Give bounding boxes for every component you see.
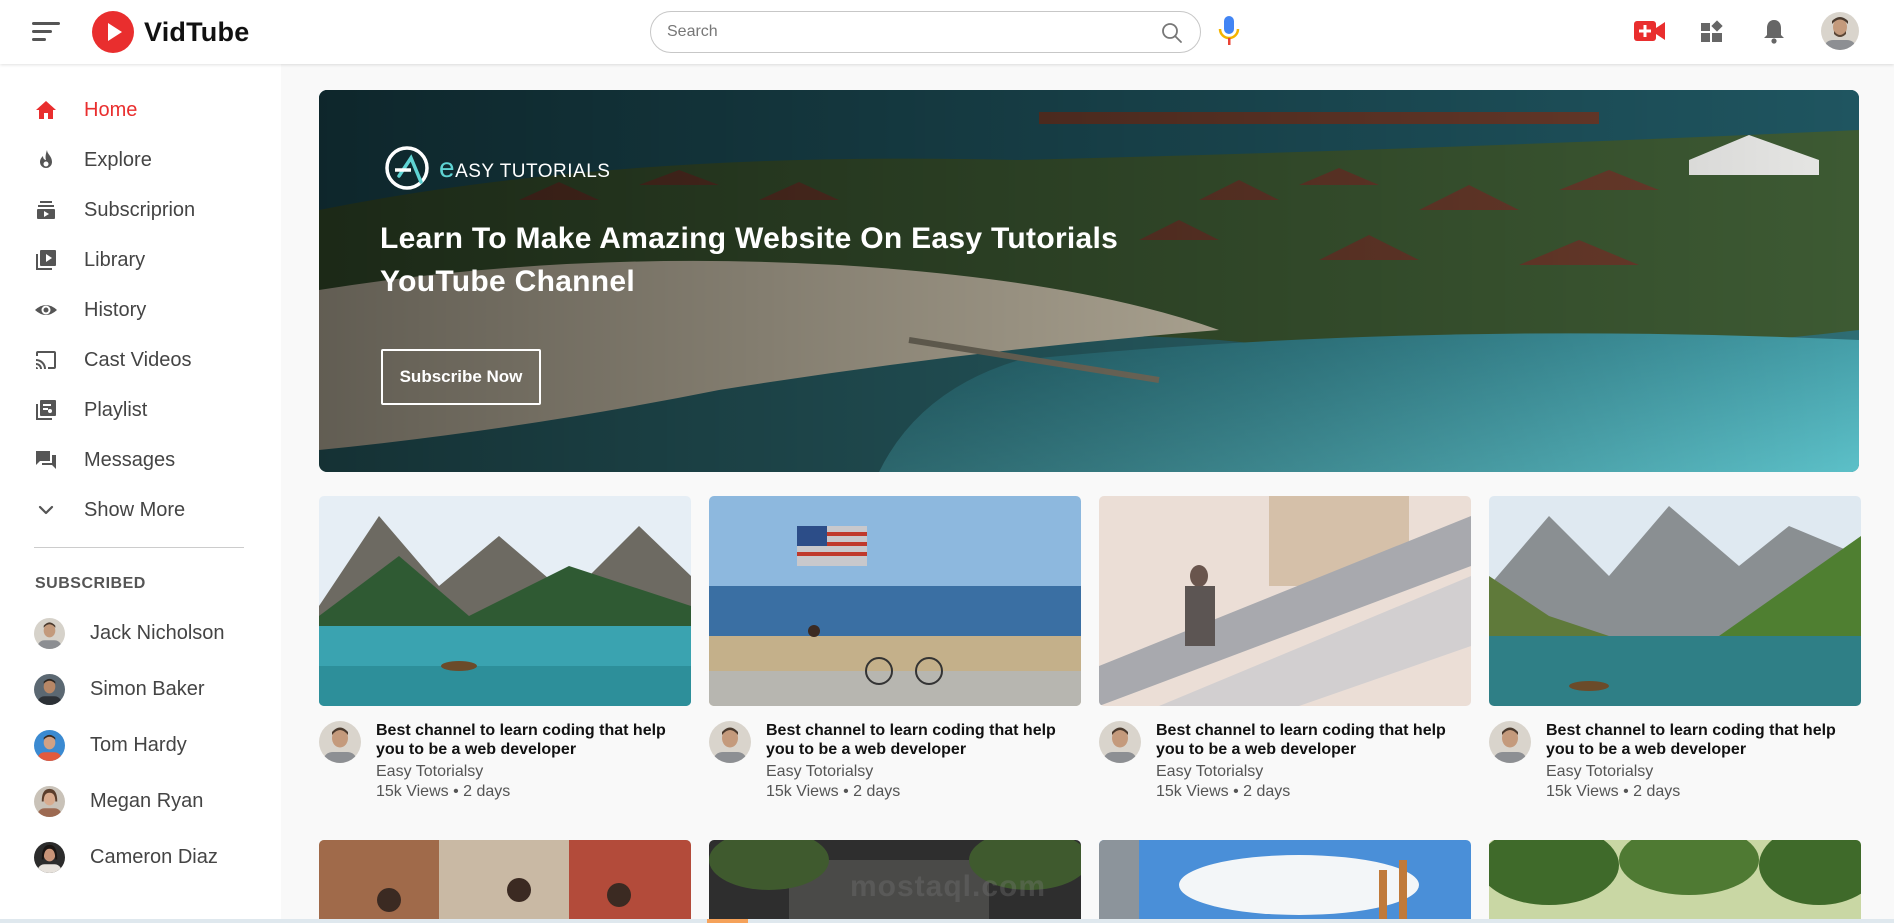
notification-bell-icon[interactable]	[1762, 18, 1786, 44]
subscribed-channel-tom-hardy[interactable]: Tom Hardy	[34, 727, 264, 763]
video-thumbnail[interactable]	[709, 840, 1081, 923]
video-thumbnail[interactable]	[1489, 496, 1861, 706]
horizontal-scrollbar[interactable]	[0, 919, 1894, 923]
sidebar-item-show-more[interactable]: Show More	[34, 492, 264, 528]
subscriptions-icon	[37, 201, 55, 219]
video-thumbnail[interactable]	[1489, 840, 1861, 923]
channel-avatar[interactable]	[319, 721, 361, 763]
video-channel-name[interactable]: Easy Totorialsy	[766, 763, 873, 781]
chevron-down-icon	[38, 505, 54, 515]
scrollbar-thumb[interactable]	[707, 919, 748, 923]
avatar	[34, 841, 65, 873]
video-thumbnail[interactable]	[319, 496, 691, 706]
video-thumbnail[interactable]	[319, 840, 691, 923]
app-logo[interactable]: VidTube	[92, 11, 249, 53]
video-views-date: 15k Views • 2 days	[766, 783, 901, 800]
explore-flame-icon	[40, 150, 52, 168]
sidebar-item-label: History	[84, 298, 147, 321]
upload-video-icon[interactable]	[1634, 19, 1666, 43]
history-eye-icon	[35, 305, 57, 315]
library-icon	[36, 250, 56, 270]
sidebar-item-label: Home	[84, 98, 138, 121]
video-title[interactable]: Best channel to learn coding that help y…	[1156, 721, 1466, 759]
search-icon[interactable]	[1160, 21, 1184, 45]
avatar	[34, 729, 65, 761]
profile-avatar[interactable]	[1821, 12, 1859, 50]
subscribe-now-button[interactable]: Subscribe Now	[381, 349, 541, 405]
hero-banner: eASY TUTORIALS Learn To Make Amazing Web…	[319, 90, 1859, 472]
sidebar-item-label: Subscriprion	[84, 198, 196, 221]
sidebar-item-subscription[interactable]: Subscriprion	[34, 192, 264, 228]
video-card[interactable]: Best channel to learn coding that help y…	[1489, 496, 1861, 816]
video-card[interactable]: Best channel to learn coding that help y…	[319, 496, 691, 816]
app-name: VidTube	[144, 16, 250, 47]
sidebar-item-history[interactable]: History	[34, 292, 264, 328]
messages-icon	[36, 451, 56, 469]
video-card[interactable]: Best channel to learn coding that help y…	[1099, 496, 1471, 816]
sidebar-item-explore[interactable]: Explore	[34, 142, 264, 178]
playlist-icon	[36, 400, 56, 420]
video-title[interactable]: Best channel to learn coding that help y…	[376, 721, 686, 759]
sidebar-item-home[interactable]: Home	[34, 92, 264, 128]
subscribed-channel-cameron-diaz[interactable]: Cameron Diaz	[34, 839, 264, 875]
subscribed-channel-jack-nicholson[interactable]: Jack Nicholson	[34, 615, 264, 651]
microphone-icon[interactable]	[1216, 14, 1242, 48]
sidebar-item-label: Playlist	[84, 398, 148, 421]
subscribed-channel-megan-ryan[interactable]: Megan Ryan	[34, 783, 264, 819]
sidebar-divider	[34, 547, 244, 548]
video-views-date: 15k Views • 2 days	[1156, 783, 1291, 800]
cast-icon	[36, 351, 56, 369]
banner-logo-text: ASY TUTORIALS	[455, 161, 611, 182]
video-views-date: 15k Views • 2 days	[376, 783, 511, 800]
subscribed-channel-simon-baker[interactable]: Simon Baker	[34, 671, 264, 707]
sidebar-item-label: Explore	[84, 148, 152, 171]
apps-icon[interactable]	[1700, 20, 1724, 44]
subscribed-channel-name: Megan Ryan	[90, 789, 204, 812]
avatar	[34, 673, 65, 705]
video-thumbnail[interactable]	[709, 496, 1081, 706]
subscribed-channel-name: Simon Baker	[90, 677, 205, 700]
video-views-date: 15k Views • 2 days	[1546, 783, 1681, 800]
sidebar-item-label: Messages	[84, 448, 176, 471]
banner-title: Learn To Make Amazing Website On Easy Tu…	[380, 222, 1119, 298]
channel-avatar[interactable]	[709, 721, 751, 763]
sidebar-item-cast-videos[interactable]: Cast Videos	[34, 342, 264, 378]
sidebar: Home Explore Subscriprion Library Histor…	[0, 64, 281, 923]
home-icon	[36, 101, 56, 119]
easy-tutorials-logo-icon	[385, 146, 429, 190]
subscribed-heading: SUBSCRIBED	[35, 575, 146, 592]
avatar	[34, 785, 65, 817]
video-title[interactable]: Best channel to learn coding that help y…	[766, 721, 1076, 759]
video-channel-name[interactable]: Easy Totorialsy	[1156, 763, 1263, 781]
easy-tutorials-logo: eASY TUTORIALS	[381, 142, 610, 194]
play-logo-icon	[92, 11, 134, 53]
search-input[interactable]	[667, 21, 1147, 43]
top-navbar: VidTube	[0, 0, 1894, 64]
search-box	[650, 11, 1201, 53]
video-card[interactable]: Best channel to learn coding that help y…	[709, 496, 1081, 816]
sidebar-item-messages[interactable]: Messages	[34, 442, 264, 478]
sidebar-item-playlist[interactable]: Playlist	[34, 392, 264, 428]
video-channel-name[interactable]: Easy Totorialsy	[1546, 763, 1653, 781]
subscribed-channel-name: Cameron Diaz	[90, 845, 218, 868]
subscribed-channel-name: Jack Nicholson	[90, 621, 225, 644]
menu-icon[interactable]	[32, 20, 62, 44]
sidebar-item-label: Library	[84, 248, 146, 271]
sidebar-item-library[interactable]: Library	[34, 242, 264, 278]
video-title[interactable]: Best channel to learn coding that help y…	[1546, 721, 1856, 759]
channel-avatar[interactable]	[1489, 721, 1531, 763]
banner-logo-e: e	[439, 152, 456, 183]
subscribed-channel-name: Tom Hardy	[90, 733, 187, 756]
sidebar-item-label: Cast Videos	[84, 348, 192, 371]
avatar	[34, 617, 65, 649]
channel-avatar[interactable]	[1099, 721, 1141, 763]
video-channel-name[interactable]: Easy Totorialsy	[376, 763, 483, 781]
video-thumbnail[interactable]	[1099, 840, 1471, 923]
video-thumbnail[interactable]	[1099, 496, 1471, 706]
sidebar-item-label: Show More	[84, 498, 186, 521]
